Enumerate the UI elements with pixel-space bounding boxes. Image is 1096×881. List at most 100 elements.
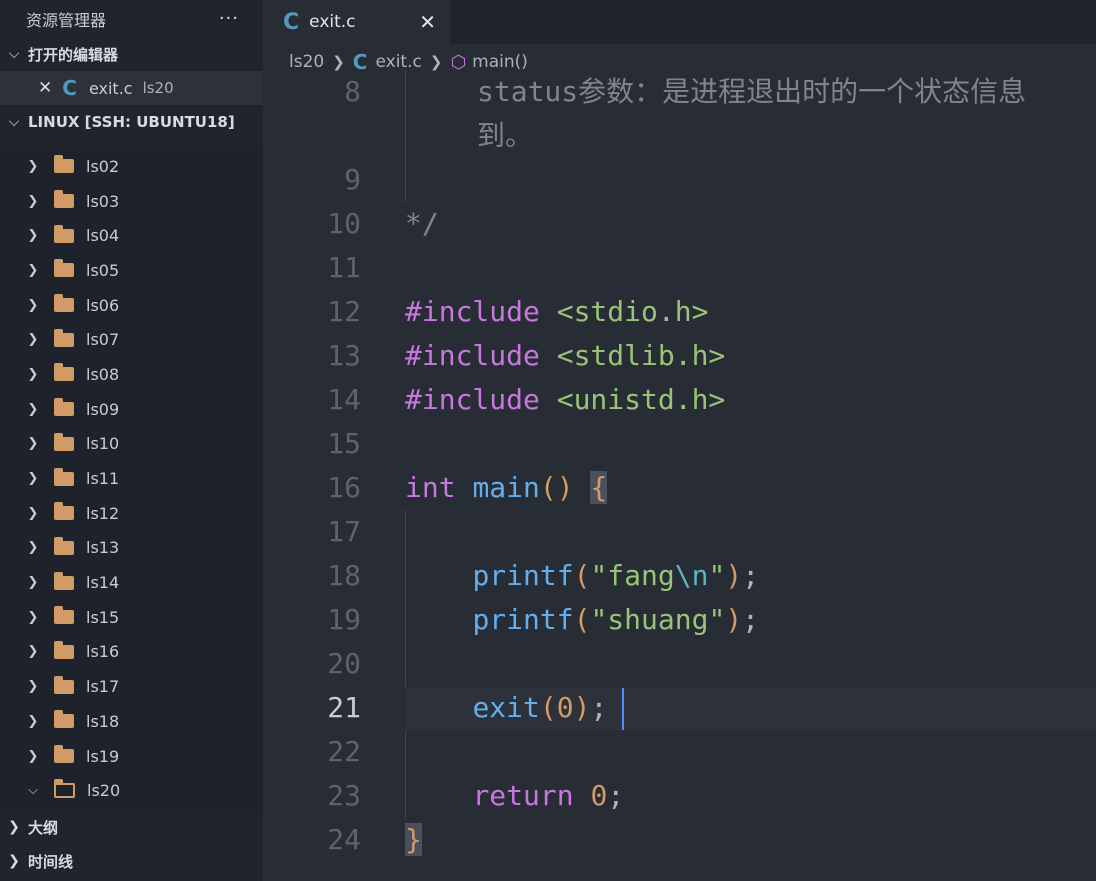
chevron-right-icon: ❯ bbox=[27, 262, 39, 278]
chevron-right-icon: ❯ bbox=[27, 297, 39, 313]
number-literal: 0 bbox=[556, 691, 574, 724]
header-name: <unistd.h> bbox=[556, 383, 726, 416]
tab-exit-c[interactable]: C exit.c ✕ bbox=[263, 0, 450, 44]
folder-item[interactable]: ❯ ls12 bbox=[0, 496, 263, 531]
folder-tree: ❯ ls02 ❯ ls03 ❯ ls04 ❯ ls05 ❯ ls06 ❯ ls07 ❯ ls0… bbox=[0, 149, 263, 810]
folder-item[interactable]: ❯ ls07 bbox=[0, 322, 263, 357]
folder-icon bbox=[54, 190, 74, 209]
folder-item[interactable]: ❯ ls16 bbox=[0, 635, 263, 670]
chevron-right-icon: ❯ bbox=[8, 853, 20, 869]
line-number: 19 bbox=[327, 603, 361, 636]
folder-label: ls16 bbox=[86, 642, 120, 662]
folder-label: ls11 bbox=[86, 469, 120, 489]
folder-item[interactable]: ❯ ls04 bbox=[0, 218, 263, 253]
folder-icon bbox=[54, 710, 74, 729]
chevron-right-icon: ❯ bbox=[27, 609, 39, 625]
chevron-right-icon: ❯ bbox=[27, 575, 39, 591]
open-editors-label: 打开的编辑器 bbox=[28, 45, 119, 64]
workspace-label: LINUX [SSH: UBUNTU18] bbox=[28, 113, 235, 131]
string-literal: "shuang" bbox=[590, 603, 726, 636]
more-actions-icon[interactable]: ··· bbox=[219, 8, 239, 29]
return-keyword: return bbox=[472, 779, 574, 812]
folder-icon bbox=[54, 745, 74, 764]
code-line: 16 int main() { bbox=[263, 466, 1096, 510]
folder-item[interactable]: ❯ ls19 bbox=[0, 739, 263, 774]
folder-item[interactable]: ❯ ls18 bbox=[0, 704, 263, 739]
chevron-right-icon: ❯ bbox=[27, 332, 39, 348]
folder-label: ls03 bbox=[86, 191, 120, 211]
code-line: 8 status参数：是进程退出时的一个状态信息 bbox=[263, 70, 1096, 114]
folder-label: ls18 bbox=[86, 711, 120, 731]
function-call: printf bbox=[472, 603, 574, 636]
folder-label: ls15 bbox=[86, 607, 120, 627]
open-editors-section[interactable]: ⌵ 打开的编辑器 bbox=[0, 37, 263, 71]
folder-icon bbox=[54, 606, 74, 625]
chevron-right-icon: ❯ bbox=[27, 713, 39, 729]
code-line: 22 bbox=[263, 730, 1096, 774]
folder-item[interactable]: ❯ ls14 bbox=[0, 565, 263, 600]
code-line-current: 21 exit(0); bbox=[263, 686, 1096, 730]
open-editor-folder: ls20 bbox=[142, 79, 174, 97]
line-number: 11 bbox=[327, 251, 361, 284]
breadcrumb-file[interactable]: exit.c bbox=[375, 52, 421, 72]
folder-item-open[interactable]: ⌵ ls20 bbox=[0, 773, 263, 808]
folder-icon bbox=[54, 398, 74, 417]
folder-item[interactable]: ❯ ls17 bbox=[0, 669, 263, 704]
folder-label: ls07 bbox=[86, 330, 120, 350]
folder-label: ls10 bbox=[86, 434, 120, 454]
text-cursor bbox=[622, 688, 624, 730]
code-line: 19 printf("shuang"); bbox=[263, 598, 1096, 642]
line-number: 18 bbox=[327, 559, 361, 592]
explorer-sidebar: 资源管理器 ··· ⌵ 打开的编辑器 ✕ C exit.c ls20 ⌵ LIN… bbox=[0, 0, 263, 881]
open-editor-item-exit-c[interactable]: ✕ C exit.c ls20 bbox=[0, 71, 263, 105]
folder-label: ls12 bbox=[86, 503, 120, 523]
string-literal: "fang bbox=[590, 559, 675, 592]
escape-sequence: \n bbox=[674, 559, 709, 592]
folder-item[interactable]: ❯ ls03 bbox=[0, 184, 263, 219]
close-icon[interactable]: ✕ bbox=[419, 10, 436, 34]
function-call: printf bbox=[472, 559, 574, 592]
timeline-section[interactable]: ❯ 时间线 bbox=[0, 844, 263, 878]
folder-label: ls19 bbox=[86, 746, 120, 766]
folder-label: ls02 bbox=[86, 156, 120, 176]
chevron-right-icon: ❯ bbox=[27, 193, 39, 209]
folder-item[interactable]: ❯ ls02 bbox=[0, 149, 263, 184]
chevron-right-icon: ❯ bbox=[332, 53, 345, 71]
folder-item[interactable]: ❯ ls09 bbox=[0, 392, 263, 427]
line-number: 12 bbox=[327, 295, 361, 328]
folder-item[interactable]: ❯ ls11 bbox=[0, 461, 263, 496]
folder-item[interactable]: ❯ ls15 bbox=[0, 600, 263, 635]
close-icon[interactable]: ✕ bbox=[38, 78, 52, 98]
workspace-section[interactable]: ⌵ LINUX [SSH: UBUNTU18] bbox=[0, 105, 263, 139]
outline-section[interactable]: ❯ 大纲 bbox=[0, 810, 263, 844]
chevron-right-icon: ❯ bbox=[27, 401, 39, 417]
breadcrumb-symbol[interactable]: main() bbox=[472, 52, 528, 72]
folder-icon bbox=[54, 224, 74, 243]
folder-label: ls04 bbox=[86, 226, 120, 246]
open-editor-name: exit.c bbox=[88, 78, 133, 98]
folder-label: ls17 bbox=[86, 677, 120, 697]
line-number: 17 bbox=[327, 515, 361, 548]
breadcrumb-folder[interactable]: ls20 bbox=[289, 52, 324, 72]
line-number: 21 bbox=[327, 691, 361, 724]
line-number: 13 bbox=[327, 339, 361, 372]
line-number: 8 bbox=[344, 75, 361, 108]
folder-icon bbox=[54, 259, 74, 278]
folder-item[interactable]: ❯ ls05 bbox=[0, 253, 263, 288]
folder-item[interactable]: ❯ ls08 bbox=[0, 357, 263, 392]
string-literal: " bbox=[708, 559, 726, 592]
folder-icon bbox=[54, 432, 74, 451]
comment-text: status参数：是进程退出时的一个状态信息 bbox=[477, 75, 1027, 108]
folder-label: ls20 bbox=[87, 781, 121, 801]
folder-item[interactable]: ❯ ls13 bbox=[0, 531, 263, 566]
code-line: 18 printf("fang\n"); bbox=[263, 554, 1096, 598]
explorer-header: 资源管理器 ··· bbox=[0, 0, 263, 37]
folder-label: ls14 bbox=[86, 573, 120, 593]
code-line: 11 bbox=[263, 246, 1096, 290]
folder-item[interactable]: ❯ ls06 bbox=[0, 288, 263, 323]
folder-icon bbox=[54, 155, 74, 174]
folder-item[interactable]: ❯ ls10 bbox=[0, 427, 263, 462]
code-line: 10 */ bbox=[263, 202, 1096, 246]
outline-label: 大纲 bbox=[28, 818, 59, 837]
explorer-title: 资源管理器 bbox=[26, 10, 107, 30]
